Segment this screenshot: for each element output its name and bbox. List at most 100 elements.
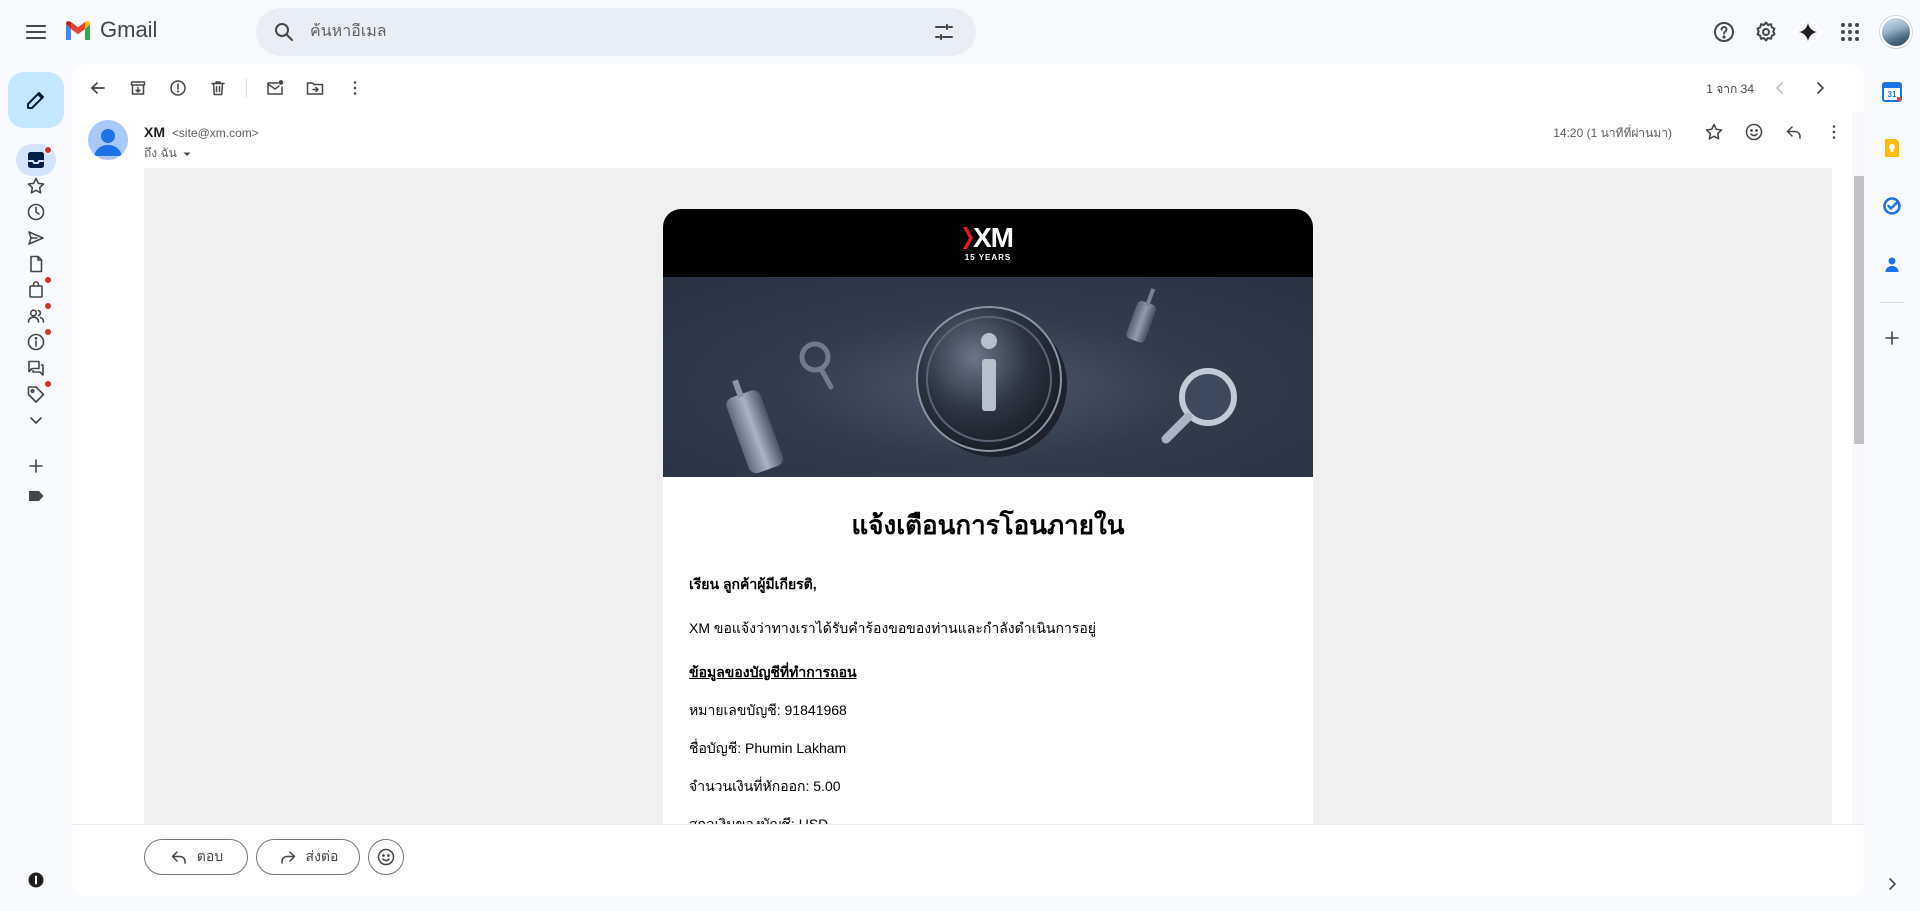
get-addons-button[interactable] bbox=[1872, 318, 1912, 358]
section-heading: ข้อมูลของบัญชีที่ทำการถอน bbox=[689, 664, 857, 680]
reply-button[interactable] bbox=[1774, 112, 1814, 152]
keep-app-button[interactable] bbox=[1872, 128, 1912, 168]
emoji-icon bbox=[1745, 123, 1763, 141]
forum-icon bbox=[28, 360, 44, 376]
pencil-icon bbox=[27, 92, 44, 109]
search-icon[interactable] bbox=[272, 20, 296, 44]
emoji-reaction-button[interactable] bbox=[368, 839, 404, 875]
tag-icon bbox=[27, 386, 45, 403]
recipients-toggle[interactable]: ถึง ฉัน bbox=[144, 144, 195, 163]
google-apps-button[interactable] bbox=[1830, 12, 1870, 52]
reply-bar: ตอบ ส่งต่อ bbox=[72, 824, 1864, 896]
message-toolbar: 1 จาก 34 bbox=[72, 64, 1864, 112]
email-content: แจ้งเตือนการโอนภายใน เรียน ลูกค้าผู้มีเก… bbox=[663, 477, 1313, 828]
message-actions bbox=[1694, 112, 1854, 152]
rail-new-label[interactable] bbox=[16, 450, 56, 482]
compose-button[interactable] bbox=[8, 72, 64, 128]
caret-down-icon bbox=[183, 152, 191, 156]
top-right-actions bbox=[1704, 12, 1912, 52]
pager-count: 1 จาก 34 bbox=[1706, 82, 1754, 96]
plus-icon bbox=[29, 459, 43, 473]
mark-unread-button[interactable] bbox=[255, 68, 295, 108]
newer-button[interactable] bbox=[1760, 68, 1800, 108]
move-to-folder-icon bbox=[306, 82, 324, 95]
gmail-m-icon bbox=[66, 21, 90, 40]
sender-avatar[interactable] bbox=[88, 120, 128, 160]
deducted-amount: จำนวนเงินที่หักออก: 5.00 bbox=[689, 778, 841, 794]
calendar-app-button[interactable]: 31 bbox=[1872, 72, 1912, 112]
sender-email: <site@xm.com> bbox=[171, 126, 259, 140]
rail-more[interactable] bbox=[16, 404, 56, 436]
scrollbar-thumb[interactable] bbox=[1854, 176, 1864, 444]
xm-logo-mark-icon bbox=[963, 227, 973, 249]
reply-icon bbox=[171, 851, 186, 864]
trash-icon bbox=[211, 81, 225, 96]
reply-pill-button[interactable]: ตอบ bbox=[144, 839, 248, 875]
send-icon bbox=[28, 231, 44, 245]
email-title: แจ้งเตือนการโอนภายใน bbox=[851, 510, 1125, 540]
forward-label: ส่งต่อ bbox=[305, 848, 339, 864]
hide-side-panel-button[interactable] bbox=[1872, 864, 1912, 904]
settings-button[interactable] bbox=[1746, 12, 1786, 52]
chevron-right-icon bbox=[1889, 878, 1896, 890]
sender-line: XM <site@xm.com> bbox=[144, 124, 259, 140]
report-spam-button[interactable] bbox=[158, 68, 198, 108]
notification-dot bbox=[44, 328, 52, 336]
account-avatar[interactable] bbox=[1880, 16, 1912, 48]
star-button[interactable] bbox=[1694, 112, 1734, 152]
email-body: XM 15 YEARS แจ้งเตือนการโอนภายใน เรียน ล… bbox=[144, 168, 1832, 828]
info-coin-illustration-icon bbox=[726, 288, 1237, 474]
people-icon bbox=[27, 309, 45, 323]
notification-dot bbox=[44, 380, 52, 388]
chevron-down-icon bbox=[30, 417, 42, 424]
move-to-button[interactable] bbox=[295, 68, 335, 108]
help-button[interactable] bbox=[1704, 12, 1744, 52]
apps-grid-icon bbox=[1841, 23, 1859, 41]
hamburger-menu-icon bbox=[26, 25, 46, 39]
gear-icon bbox=[1756, 21, 1776, 42]
more-actions-button[interactable] bbox=[335, 68, 375, 108]
side-panel: 31 bbox=[1864, 64, 1920, 911]
top-bar: Gmail bbox=[0, 0, 1920, 64]
older-button[interactable] bbox=[1800, 68, 1840, 108]
forward-pill-button[interactable]: ส่งต่อ bbox=[256, 839, 360, 875]
message-more-button[interactable] bbox=[1814, 112, 1854, 152]
delete-button[interactable] bbox=[198, 68, 238, 108]
left-rail bbox=[0, 64, 72, 911]
search-input[interactable] bbox=[310, 23, 924, 41]
contacts-app-button[interactable] bbox=[1872, 244, 1912, 284]
toolbar-divider bbox=[246, 78, 247, 98]
more-vert-icon bbox=[1832, 125, 1836, 139]
search-bar[interactable] bbox=[256, 8, 976, 56]
back-button[interactable] bbox=[78, 68, 118, 108]
message-time: 14:20 (1 นาทีที่ผ่านมา) bbox=[1553, 126, 1672, 140]
sender-name[interactable]: XM bbox=[144, 124, 165, 140]
account-number: หมายเลขบัญชี: 91841968 bbox=[689, 702, 847, 718]
xm-logo-text: XM bbox=[973, 222, 1014, 253]
gmail-logo[interactable]: Gmail bbox=[64, 17, 157, 43]
archive-button[interactable] bbox=[118, 68, 158, 108]
email-greeting: เรียน ลูกค้าผู้มีเกียรติ, bbox=[689, 576, 817, 592]
star-icon bbox=[27, 177, 45, 194]
search-options-button[interactable] bbox=[924, 12, 964, 52]
side-panel-divider bbox=[1880, 302, 1904, 303]
draft-file-icon bbox=[30, 255, 43, 273]
sparkle-icon bbox=[1798, 22, 1818, 42]
info-icon bbox=[27, 333, 45, 351]
reply-icon bbox=[1786, 126, 1801, 139]
rail-label[interactable] bbox=[16, 480, 56, 512]
more-vert-icon bbox=[353, 81, 357, 95]
tasks-app-button[interactable] bbox=[1872, 186, 1912, 226]
xm-logo[interactable]: XM bbox=[963, 222, 1014, 253]
recipients-label: ถึง ฉัน bbox=[144, 146, 177, 160]
message-header: XM <site@xm.com> ถึง ฉัน 14:20 (1 นาทีที… bbox=[72, 112, 1864, 168]
main-menu-button[interactable] bbox=[16, 12, 56, 52]
add-reaction-button[interactable] bbox=[1734, 112, 1774, 152]
chevron-left-icon bbox=[1776, 82, 1783, 94]
person-icon bbox=[94, 129, 122, 156]
reading-pane: 1 จาก 34 XM <site@xm.com> ถึง ฉัน 14:20 … bbox=[72, 64, 1864, 896]
gemini-button[interactable] bbox=[1788, 12, 1828, 52]
rail-storage-info[interactable] bbox=[16, 864, 56, 896]
email-intro: XM ขอแจ้งว่าทางเราได้รับคำร้องขอของท่านแ… bbox=[689, 620, 1096, 636]
email-card: XM 15 YEARS แจ้งเตือนการโอนภายใน เรียน ล… bbox=[663, 209, 1313, 828]
